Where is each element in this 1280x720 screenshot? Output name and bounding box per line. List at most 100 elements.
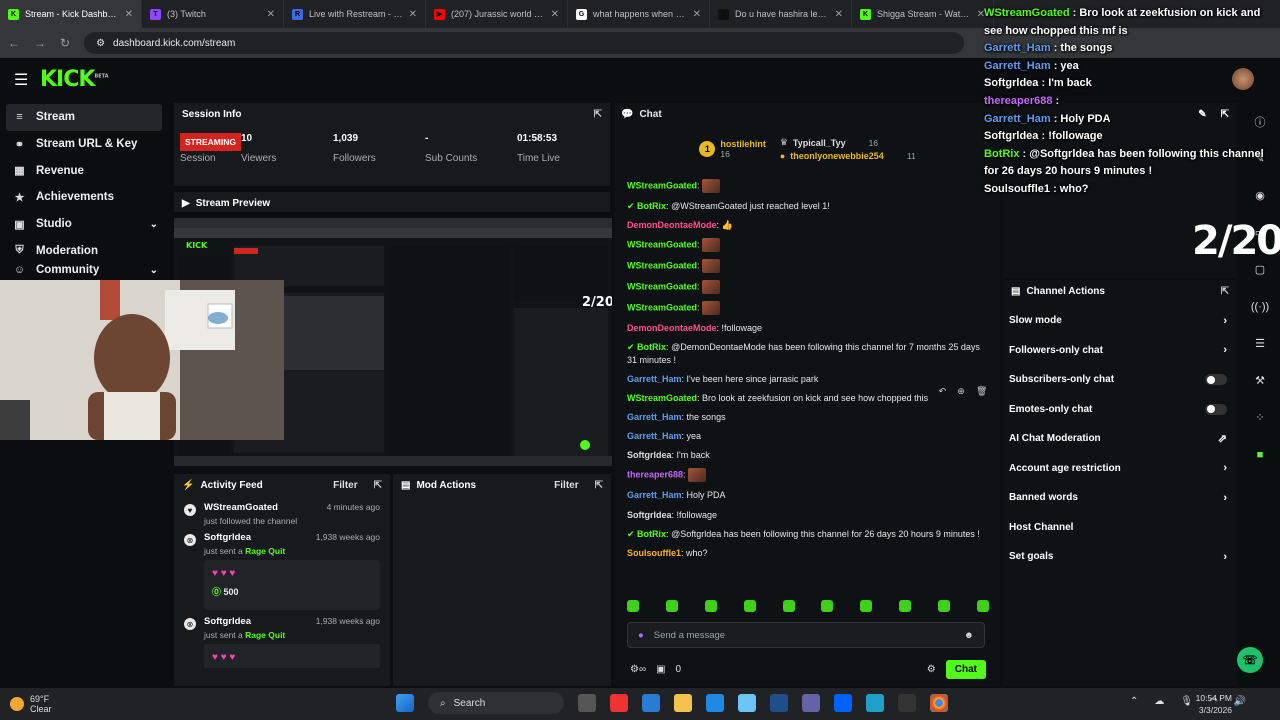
forward-icon[interactable]: → [34,36,46,50]
channel-action-emotes-only-chat[interactable]: Emotes-only chat [1003,395,1237,425]
chat-username[interactable]: WStreamGoated [627,240,697,250]
sidebar-item-moderation[interactable]: ⛨ Moderation [0,237,170,264]
obs-icon[interactable] [898,694,916,712]
copilot-icon[interactable] [738,694,756,712]
channel-action-followers-only-chat[interactable]: Followers-only chat › [1003,336,1237,366]
dropbox-icon[interactable] [834,694,852,712]
close-icon[interactable]: ✕ [267,9,275,20]
mic-icon[interactable]: ● [638,630,644,641]
dots-icon[interactable]: ⁘ [1245,399,1275,436]
sidebar-item-stream-url-key[interactable]: ⚭ Stream URL & Key [0,131,170,158]
expand-icon[interactable]: ⇱ [1221,286,1229,297]
emote-icon[interactable] [899,600,912,612]
help-icon[interactable]: ☏ [1237,647,1263,673]
emote-icon[interactable] [938,600,950,612]
expand-icon[interactable]: ⇱ [374,480,382,491]
chat-username[interactable]: Softgrldea [627,510,672,520]
chat-username[interactable]: BotRix [637,529,666,539]
emote-icon[interactable] [665,600,678,612]
reply-icon[interactable]: ↶ [939,386,947,402]
kick-logo[interactable]: KICKBETA [40,67,109,92]
app-icon[interactable]: ■ [1245,436,1275,473]
wrench-icon[interactable]: ⚒ [1245,362,1275,399]
close-icon[interactable]: ✕ [409,9,417,20]
channel-action-subscribers-only-chat[interactable]: Subscribers-only chat [1003,365,1237,395]
emote-icon[interactable] [743,600,756,612]
clock[interactable]: 10:54 PM 3/3/2026 [1196,693,1232,717]
chat-input[interactable]: ● Send a message ☻ [627,622,985,648]
browser-tab[interactable]: KShigga Stream - Watch Liv✕ [852,0,994,28]
browser-tab[interactable]: T (3) Twitch ✕ [142,0,284,28]
browser-tab[interactable]: K Stream - Kick Dashboard ✕ [0,0,142,28]
settings-icon[interactable]: ⚙∞ [630,664,646,675]
chat-username[interactable]: DemonDeontaeMode [627,220,717,230]
browser-tab[interactable]: ♪ Do u have hashira level lu ✕ [710,0,852,28]
chrome-icon[interactable] [930,694,948,712]
toggle-switch[interactable] [1205,403,1227,415]
folder-icon[interactable] [674,694,692,712]
sidebar-item-studio[interactable]: ▣ Studio ⌄ [0,211,170,238]
browser-tab[interactable]: R Live with Restream - Restr ✕ [284,0,426,28]
mic-icon[interactable]: 🎙 [1180,696,1193,707]
chat-username[interactable]: BotRix [637,342,666,352]
bolt-icon[interactable] [770,694,788,712]
chat-username[interactable]: WStreamGoated [627,393,697,403]
site-info-icon[interactable]: ⚙ [96,38,105,49]
points-icon[interactable]: ▣ [656,664,665,675]
store-icon[interactable] [642,694,660,712]
chat-username[interactable]: WStreamGoated [627,282,697,292]
filter-button[interactable]: Filter [554,480,578,491]
emote-icon[interactable] [860,600,873,612]
chat-send-button[interactable]: Chat [945,659,986,679]
channel-action-account-age-restriction[interactable]: Account age restriction › [1003,454,1237,484]
close-icon[interactable]: ✕ [693,9,701,20]
close-icon[interactable]: ✕ [551,9,559,20]
start-icon[interactable] [396,694,414,712]
teams-icon[interactable] [802,694,820,712]
chat-username[interactable]: WStreamGoated [627,261,697,271]
app-red-icon[interactable] [610,694,628,712]
weather-widget[interactable]: 69°F Clear [0,694,52,714]
channel-action-banned-words[interactable]: Banned words › [1003,483,1237,513]
list-icon[interactable]: ☰ [1245,325,1275,362]
reload-icon[interactable]: ↻ [60,36,70,50]
filter-button[interactable]: Filter [333,480,357,491]
emote-icon[interactable] [821,600,834,612]
toggle-switch[interactable] [1205,374,1227,386]
sidebar-item-community[interactable]: ☺ Community ⌄ [0,264,170,276]
taskview-icon[interactable] [578,694,596,712]
url-field[interactable]: ⚙ dashboard.kick.com/stream [84,32,965,54]
channel-action-slow-mode[interactable]: Slow mode › [1003,306,1237,336]
menu-icon[interactable]: ☰ [14,70,28,90]
chat-username[interactable]: Garrett_Ham [627,412,682,422]
channel-action-host-channel[interactable]: Host Channel [1003,513,1237,543]
chevron-up-icon[interactable]: ⌃ [1130,696,1138,707]
chat-username[interactable]: WStreamGoated [627,303,697,313]
emote-icon[interactable] [627,600,639,612]
back-icon[interactable]: ← [8,36,20,50]
chat-username[interactable]: thereaper688 [627,470,683,480]
chat-username[interactable]: Garrett_Ham [627,374,682,384]
sidebar-item-achievements[interactable]: ★ Achievements [0,184,170,211]
taskbar-search[interactable]: ⌕ Search [428,692,564,714]
onedrive-icon[interactable]: ☁ [1154,696,1164,707]
emote-icon[interactable] [782,600,795,612]
browser-tab[interactable]: ▶ (207) Jurassic world Camp ✕ [426,0,568,28]
close-icon[interactable]: ✕ [835,9,843,20]
chat-username[interactable]: BotRix [637,201,666,211]
emoji-icon[interactable]: ☻ [964,630,974,641]
chat-username[interactable]: Soulsouffle1 [627,548,681,558]
chat-username[interactable]: Garrett_Ham [627,431,682,441]
browser-tab[interactable]: Gwhat happens when you sl ✕ [568,0,710,28]
channel-action-set-goals[interactable]: Set goals › [1003,542,1237,572]
expand-icon[interactable]: ⇱ [594,109,602,120]
volume-icon[interactable]: 🔊 [1234,696,1246,707]
chat-username[interactable]: Softgrldea [627,450,672,460]
close-icon[interactable]: ✕ [125,9,133,20]
emote-icon[interactable] [976,600,989,612]
broadcast-icon[interactable]: ((·)) [1245,288,1275,325]
delete-icon[interactable]: 🗑 [976,386,987,402]
chat-username[interactable]: DemonDeontaeMode [627,323,717,333]
pin-icon[interactable]: ⊕ [957,386,965,402]
expand-icon[interactable]: ⇱ [595,480,603,491]
